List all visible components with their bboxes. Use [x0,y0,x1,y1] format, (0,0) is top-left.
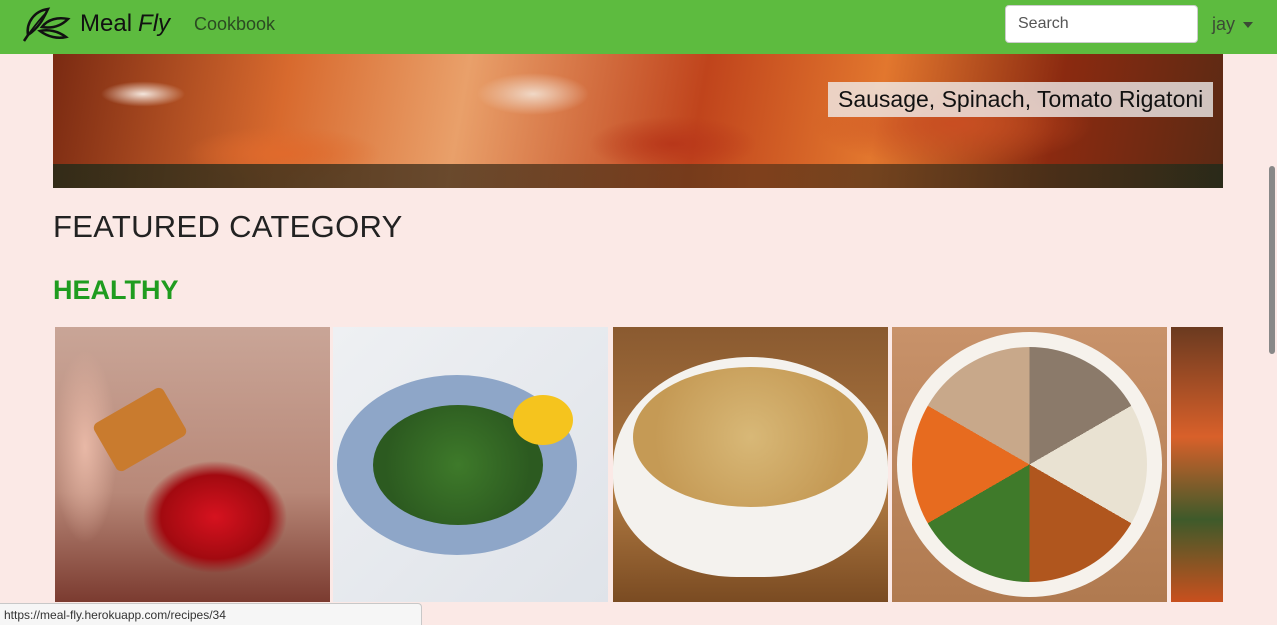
brand-name-meal: Meal [80,10,133,37]
user-menu-label: jay [1212,14,1236,34]
recipe-image-detail [912,347,1147,582]
nav-link-cookbook[interactable]: Cookbook [194,14,275,35]
recipe-tile[interactable] [613,327,888,602]
winged-leaf-logo-icon [22,7,71,42]
recipe-tiles-row [55,327,1223,602]
recipe-image-detail [633,367,868,507]
brand-link[interactable]: Meal Fly [22,4,170,44]
hero-recipe-caption: Sausage, Spinach, Tomato Rigatoni [828,82,1214,117]
brand-name-fly: Fly [138,10,171,37]
page-scrollbar[interactable] [1269,54,1277,625]
browser-status-url: https://meal-fly.herokuapp.com/recipes/3… [0,603,422,625]
recipe-tile[interactable] [1171,327,1223,602]
caret-down-icon [1243,21,1254,28]
search-input[interactable] [1005,5,1198,43]
featured-category-heading: FEATURED CATEGORY [53,209,403,244]
recipe-image-detail [513,395,573,445]
recipe-image-detail [91,385,189,474]
recipe-tile[interactable] [333,327,608,602]
hero-recipe-banner[interactable]: Sausage, Spinach, Tomato Rigatoni [53,54,1223,188]
scrollbar-thumb[interactable] [1269,166,1275,354]
recipe-tile[interactable] [892,327,1167,602]
recipe-tile[interactable] [55,327,330,602]
user-menu-dropdown[interactable]: jay [1212,14,1254,35]
hero-image-detail [53,164,1223,188]
top-navbar: Meal Fly Cookbook jay [0,0,1277,54]
category-name-link[interactable]: HEALTHY [53,275,179,306]
